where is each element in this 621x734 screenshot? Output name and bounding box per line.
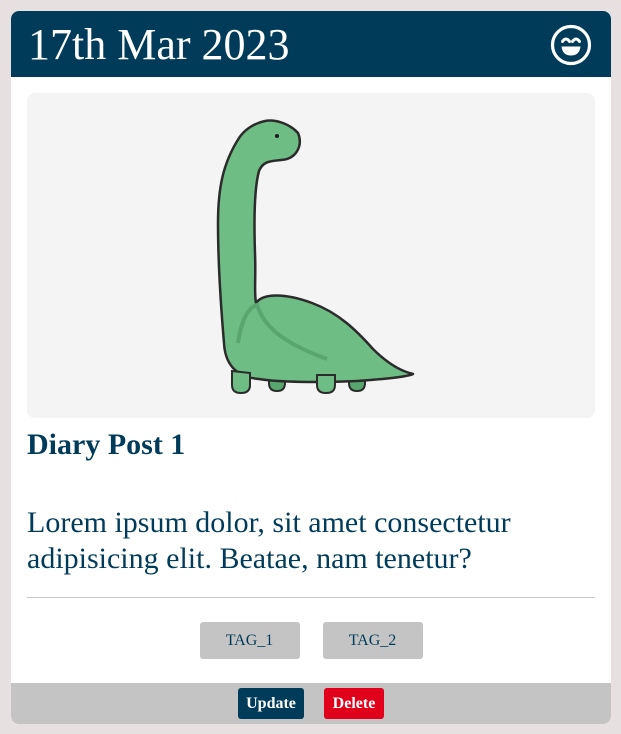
post-date: 17th Mar 2023 bbox=[28, 20, 290, 69]
post-body: Lorem ipsum dolor, sit amet consectetur … bbox=[27, 506, 511, 575]
card-header: 17th Mar 2023 bbox=[11, 11, 611, 77]
post-image bbox=[27, 93, 595, 418]
tag-list: TAG_1 TAG_2 bbox=[11, 622, 611, 659]
card-footer: Update Delete bbox=[11, 683, 611, 724]
tag-chip[interactable]: TAG_2 bbox=[322, 622, 423, 659]
dinosaur-illustration bbox=[216, 119, 415, 395]
delete-button[interactable]: Delete bbox=[324, 688, 384, 719]
divider bbox=[27, 597, 595, 598]
smiling-face-icon bbox=[549, 23, 593, 67]
update-button[interactable]: Update bbox=[238, 688, 304, 719]
post-title: Diary Post 1 bbox=[27, 428, 186, 461]
tag-chip[interactable]: TAG_1 bbox=[199, 622, 300, 659]
diary-post-card: 17th Mar 2023 Diary Post 1 Lorem ipsum d… bbox=[11, 11, 611, 724]
